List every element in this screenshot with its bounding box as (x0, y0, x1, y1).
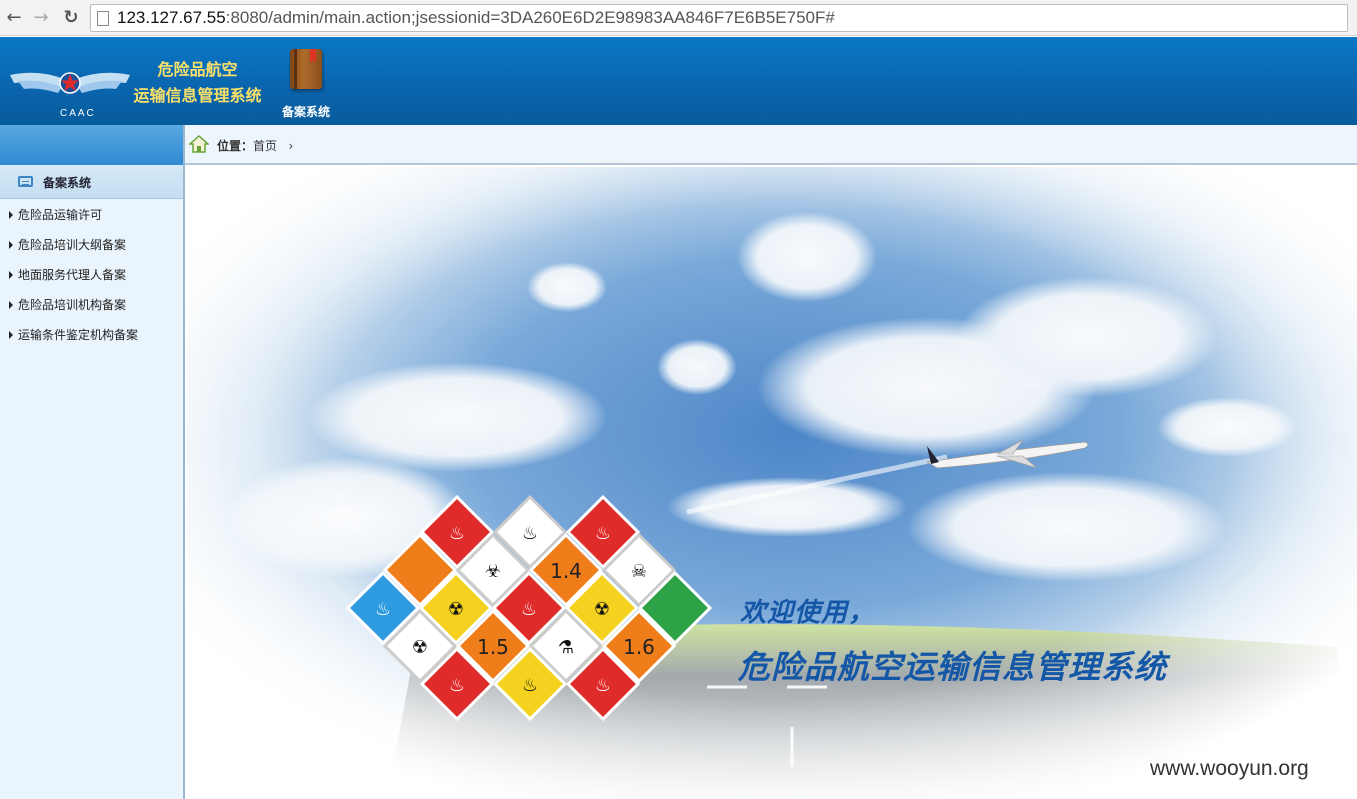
sidebar-item-training-outline[interactable]: 危险品培训大纲备案 (0, 231, 183, 261)
sidebar-header-band (0, 125, 183, 165)
svg-text:♨: ♨ (522, 675, 538, 696)
main-content: ♨ ♨ ♨ ☣ ☠ ♨ ☢ ♨ ☢ ☢ ⚗ ♨ ♨ ♨ 1.4 1.5 1.6 … (187, 167, 1357, 799)
svg-text:♨: ♨ (375, 599, 391, 620)
url-host: 123.127.67.55 (117, 8, 226, 27)
breadcrumb-prefix: 位置： (217, 139, 254, 153)
book-icon (290, 49, 322, 89)
svg-text:⚗: ⚗ (558, 637, 574, 658)
caret-right-icon (9, 241, 13, 249)
svg-text:♨: ♨ (449, 675, 465, 696)
sidebar-menu: 危险品运输许可 危险品培训大纲备案 地面服务代理人备案 危险品培训机构备案 运输… (0, 201, 183, 351)
forward-icon[interactable]: → (30, 7, 52, 29)
sidebar-item-label: 危险品运输许可 (18, 208, 103, 222)
sidebar-section-label: 备案系统 (43, 176, 92, 190)
wings-icon (10, 72, 130, 94)
reload-icon[interactable]: ↻ (60, 7, 82, 29)
placard-label: 1.4 (550, 559, 582, 583)
caret-right-icon (9, 271, 13, 279)
url-text[interactable]: 123.127.67.55:8080/admin/main.action;jse… (117, 8, 835, 28)
system-title-line2: 运输信息管理系统 (133, 86, 262, 105)
module-label: 备案系统 (281, 105, 330, 119)
caret-right-icon (9, 331, 13, 339)
svg-text:♨: ♨ (522, 523, 538, 544)
svg-text:♨: ♨ (595, 675, 611, 696)
caret-right-icon (9, 301, 13, 309)
app-header: CAAC 危险品航空 运输信息管理系统 备案系统 (0, 37, 1357, 125)
browser-toolbar: ← → ↻ 123.127.67.55:8080/admin/main.acti… (0, 0, 1357, 36)
svg-text:♨: ♨ (521, 599, 537, 620)
sidebar-item-appraisal-org[interactable]: 运输条件鉴定机构备案 (0, 321, 183, 351)
logo-text: CAAC (60, 108, 96, 119)
sidebar-item-transport-permit[interactable]: 危险品运输许可 (0, 201, 183, 231)
caac-logo: CAAC (8, 53, 132, 119)
svg-text:☢: ☢ (594, 599, 610, 620)
breadcrumb-separator: › (288, 139, 294, 153)
system-title-line1: 危险品航空 (157, 60, 238, 79)
svg-text:☢: ☢ (448, 599, 464, 620)
sidebar-item-label: 运输条件鉴定机构备案 (18, 328, 139, 342)
svg-text:☠: ☠ (631, 561, 647, 582)
module-button-filing[interactable]: 备案系统 (278, 47, 334, 119)
sidebar-item-label: 危险品培训大纲备案 (18, 238, 127, 252)
welcome-text: 欢迎使用， (740, 598, 876, 628)
sidebar-item-label: 地面服务代理人备案 (18, 268, 127, 282)
svg-text:☢: ☢ (412, 637, 428, 658)
svg-text:☣: ☣ (485, 561, 501, 582)
sidebar-item-training-org[interactable]: 危险品培训机构备案 (0, 291, 183, 321)
svg-text:♨: ♨ (449, 523, 465, 544)
sidebar-item-ground-agent[interactable]: 地面服务代理人备案 (0, 261, 183, 291)
welcome-system-name: 危险品航空运输信息管理系统 (738, 648, 1168, 686)
sidebar: 备案系统 危险品运输许可 危险品培训大纲备案 地面服务代理人备案 危险品培训机构… (0, 125, 185, 799)
home-icon[interactable] (189, 134, 209, 154)
address-bar[interactable]: 123.127.67.55:8080/admin/main.action;jse… (90, 4, 1348, 32)
placard-label: 1.6 (623, 635, 655, 659)
svg-text:♨: ♨ (595, 523, 611, 544)
sidebar-item-label: 危险品培训机构备案 (18, 298, 127, 312)
page-icon (97, 11, 109, 26)
placard-label: 1.5 (477, 635, 509, 659)
breadcrumb: 位置：首页 › (185, 125, 1357, 165)
system-title: 危险品航空 运输信息管理系统 (130, 57, 265, 109)
watermark: www.wooyun.org (1150, 757, 1309, 780)
sidebar-section-header[interactable]: 备案系统 (0, 165, 183, 199)
breadcrumb-home-link[interactable]: 首页 (253, 139, 277, 153)
back-icon[interactable]: ← (3, 7, 25, 29)
hero-banner: ♨ ♨ ♨ ☣ ☠ ♨ ☢ ♨ ☢ ☢ ⚗ ♨ ♨ ♨ 1.4 1.5 1.6 (187, 167, 1357, 799)
caret-right-icon (9, 211, 13, 219)
message-icon (18, 176, 33, 187)
url-path: :8080/admin/main.action;jsessionid=3DA26… (225, 8, 835, 27)
breadcrumb-text: 位置：首页 › (217, 137, 293, 154)
